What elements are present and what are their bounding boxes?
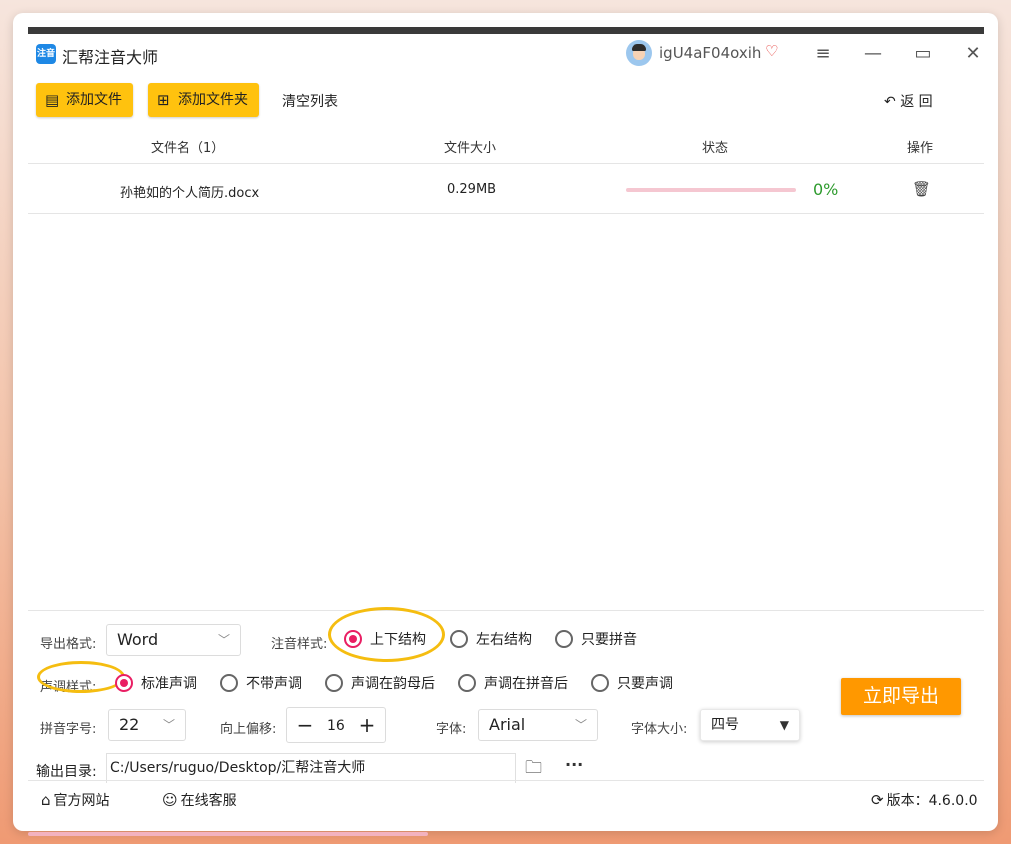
font-select[interactable]: Arial ﹀ [478, 709, 598, 741]
offset-stepper[interactable]: − 16 + [286, 707, 386, 743]
export-format-select[interactable]: Word ﹀ [106, 624, 241, 656]
offset-value[interactable]: 16 [327, 718, 345, 734]
user-avatar[interactable] [626, 40, 652, 66]
export-format-label: 导出格式: [40, 637, 97, 652]
maximize-icon[interactable]: ▭ [911, 42, 935, 66]
col-action: 操作 [907, 141, 934, 156]
online-support-link[interactable]: ☺ 在线客服 [162, 790, 237, 810]
support-agent-icon: ☺ [162, 791, 178, 809]
add-file-button[interactable]: ▤ 添加文件 [36, 83, 133, 117]
highlight-ring-tone-style [37, 661, 125, 693]
chevron-down-icon: ﹀ [217, 633, 230, 647]
folder-plus-icon: ⊞ [157, 91, 170, 109]
vip-heart-icon[interactable]: ♡ [765, 42, 778, 60]
export-now-button[interactable]: 立即导出 [841, 678, 961, 715]
progress-bar [626, 188, 796, 192]
table-row[interactable]: 孙艳如的个人简历.docx 0.29MB 0% 🗑 [28, 165, 984, 214]
output-dir-label: 输出目录: [36, 764, 97, 780]
chevron-down-icon: ﹀ [162, 718, 175, 732]
file-table-header: 文件名（1） 文件大小 状态 操作 [28, 126, 984, 164]
minimize-icon[interactable]: — [861, 42, 885, 66]
pinyin-size-label: 拼音字号: [40, 722, 97, 737]
radio-no-tone[interactable]: 不带声调 [220, 674, 302, 694]
official-website-link[interactable]: ⌂ 官方网站 [41, 790, 110, 810]
window-top-strip [28, 27, 984, 34]
font-size-label: 字体大小: [631, 722, 688, 737]
output-dir-field[interactable]: C:/Users/ruguo/Desktop/汇帮注音大师 [106, 753, 516, 783]
add-folder-button[interactable]: ⊞ 添加文件夹 [148, 83, 259, 117]
version-info[interactable]: ⟳ 版本：4.6.0.0 [871, 790, 978, 810]
username[interactable]: igU4aF04oxih [659, 44, 761, 62]
minus-icon[interactable]: − [293, 711, 317, 739]
trash-icon[interactable]: 🗑 [912, 180, 931, 198]
pinyin-style-label: 注音样式: [271, 637, 328, 652]
home-icon: ⌂ [41, 791, 51, 809]
toolbar: ▤ 添加文件 ⊞ 添加文件夹 清空列表 ↶ 返 回 [28, 76, 984, 126]
file-list-icon: ▤ [45, 91, 60, 109]
app-logo-icon: 注音 [36, 44, 56, 64]
offset-label: 向上偏移: [220, 722, 277, 737]
app-title: 汇帮注音大师 [62, 48, 159, 67]
col-filename: 文件名（1） [151, 141, 225, 156]
radio-standard-tone[interactable]: 标准声调 [115, 674, 197, 694]
radio-left-right[interactable]: 左右结构 [450, 630, 532, 650]
progress-percent: 0% [813, 180, 839, 199]
close-icon[interactable]: ✕ [961, 42, 985, 66]
back-button[interactable]: ↶ 返 回 [884, 91, 933, 111]
pinyin-size-select[interactable]: 22 ﹀ [108, 709, 186, 741]
title-bar: 注音 汇帮注音大师 igU4aF04oxih ♡ ≡ — ▭ ✕ [28, 34, 984, 76]
font-label: 字体: [436, 722, 467, 737]
bottom-decor-strip [28, 832, 428, 836]
options-panel: 导出格式: Word ﹀ 注音样式: 上下结构 左右结构 只要拼音 声调样式: … [28, 607, 984, 783]
more-icon[interactable]: ··· [565, 755, 583, 774]
col-status: 状态 [702, 141, 729, 156]
plus-icon[interactable]: + [355, 711, 379, 739]
refresh-icon: ⟳ [871, 791, 884, 809]
radio-tone-only[interactable]: 只要声调 [591, 674, 673, 694]
footer: ⌂ 官方网站 ☺ 在线客服 ⟳ 版本：4.6.0.0 [28, 780, 984, 818]
radio-tone-after-final[interactable]: 声调在韵母后 [325, 674, 435, 694]
row-filename: 孙艳如的个人简历.docx [120, 186, 260, 201]
col-filesize: 文件大小 [444, 141, 497, 156]
chevron-down-icon: ﹀ [574, 718, 587, 732]
menu-icon[interactable]: ≡ [811, 42, 835, 66]
radio-pinyin-only[interactable]: 只要拼音 [555, 630, 637, 650]
row-filesize: 0.29MB [447, 182, 497, 197]
clear-list-button[interactable]: 清空列表 [282, 91, 338, 111]
font-size-select[interactable]: 四号 ▼ [700, 709, 800, 741]
radio-top-bottom[interactable]: 上下结构 [344, 630, 426, 650]
caret-down-icon: ▼ [779, 718, 789, 732]
undo-icon: ↶ [884, 94, 896, 110]
radio-tone-after-pinyin[interactable]: 声调在拼音后 [458, 674, 568, 694]
